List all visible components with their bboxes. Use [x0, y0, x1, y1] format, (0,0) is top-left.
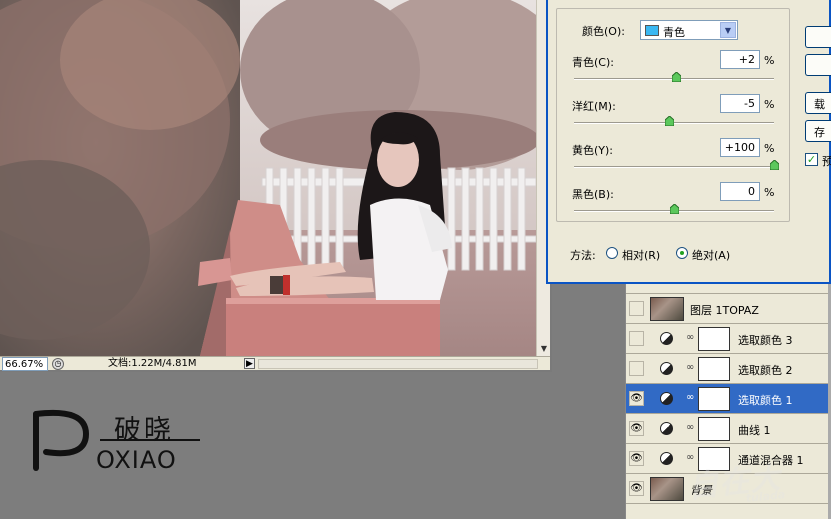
method-label: 方法:	[570, 249, 596, 262]
zoom-level-field[interactable]: 66.67%	[2, 357, 48, 371]
radio-selected-dot	[680, 251, 684, 255]
chain-link-icon[interactable]: ∞	[686, 392, 694, 403]
status-bar: 66.67% ◷ 文档:1.22M/4.81M ▶	[0, 356, 550, 371]
black-value-input[interactable]: 0	[720, 182, 760, 201]
magenta-value-input[interactable]: -5	[720, 94, 760, 113]
load-button[interactable]: 载	[805, 92, 831, 114]
save-button[interactable]: 存	[805, 120, 831, 142]
black-percent: %	[764, 186, 775, 199]
adjustment-layer-icon	[660, 452, 673, 465]
color-swatch	[645, 25, 659, 36]
preview-checkbox[interactable]: ✓	[805, 153, 818, 166]
layer-row[interactable]: 👁 ∞ 曲线 1	[626, 414, 831, 444]
horizontal-scrollbar[interactable]	[258, 359, 538, 369]
adjustment-layer-icon	[660, 422, 673, 435]
logo-chinese-text: 破晓	[114, 415, 174, 446]
eye-icon[interactable]: 👁	[629, 391, 644, 406]
magenta-slider-track[interactable]	[574, 122, 774, 124]
scroll-down-arrow-icon[interactable]: ▼	[539, 344, 549, 354]
visibility-toggle[interactable]	[629, 331, 644, 346]
eye-icon[interactable]: 👁	[629, 421, 644, 436]
photo-canvas[interactable]	[0, 0, 536, 356]
status-menu-arrow-icon[interactable]: ▶	[244, 358, 255, 369]
layer-row-partial[interactable]	[626, 284, 831, 294]
photo-image	[0, 0, 536, 356]
layer-mask-thumbnail[interactable]	[698, 387, 730, 411]
document-window: ▼ 66.67% ◷ 文档:1.22M/4.81M ▶	[0, 0, 552, 372]
layer-mask-thumbnail[interactable]	[698, 327, 730, 351]
black-label: 黑色(B):	[572, 188, 614, 201]
yellow-slider-thumb[interactable]	[769, 160, 779, 170]
magenta-slider-thumb[interactable]	[664, 116, 674, 126]
layer-row[interactable]: ∞ 选取颜色 3	[626, 324, 831, 354]
selective-color-dialog: 颜色(O): 青色 ▼ 青色(C): +2 % 洋红(M): -5 % 黄色(Y…	[546, 0, 831, 284]
absolute-label[interactable]: 绝对(A)	[692, 247, 730, 263]
poxiao-logo: 破晓 OXIAO	[22, 400, 222, 482]
preview-label: 预	[822, 155, 831, 168]
colors-label: 颜色(O):	[582, 25, 625, 38]
layer-name[interactable]: 选取颜色 2	[738, 362, 793, 378]
cyan-percent: %	[764, 54, 775, 67]
layer-row-selected[interactable]: 👁 ∞ 选取颜色 1	[626, 384, 831, 414]
absolute-radio[interactable]	[676, 247, 688, 259]
relative-radio[interactable]	[606, 247, 618, 259]
visibility-toggle[interactable]	[629, 361, 644, 376]
layer-name[interactable]: 选取颜色 3	[738, 332, 793, 348]
layer-thumbnail	[650, 297, 684, 321]
layer-row[interactable]: 图层 1TOPAZ	[626, 294, 831, 324]
yellow-slider-track[interactable]	[574, 166, 774, 168]
chain-link-icon[interactable]: ∞	[686, 422, 694, 433]
layer-name[interactable]: 图层 1TOPAZ	[690, 302, 759, 318]
chevron-down-icon[interactable]: ▼	[720, 22, 736, 38]
chain-link-icon[interactable]: ∞	[686, 332, 694, 343]
yellow-percent: %	[764, 142, 775, 155]
site-watermark: 自在大 tulada	[686, 452, 786, 511]
layer-thumbnail	[650, 477, 684, 501]
adjustment-layer-icon	[660, 362, 673, 375]
layer-row[interactable]: ∞ 选取颜色 2	[626, 354, 831, 384]
layer-name[interactable]: 选取颜色 1	[738, 392, 793, 408]
document-size-text: 文档:1.22M/4.81M	[108, 358, 197, 369]
layer-name[interactable]: 曲线 1	[738, 422, 771, 438]
cancel-button[interactable]	[805, 54, 831, 76]
colors-select[interactable]: 青色 ▼	[640, 20, 738, 40]
adjustment-layer-icon	[660, 392, 673, 405]
colors-select-value: 青色	[663, 26, 685, 39]
adjustment-layer-icon	[660, 332, 673, 345]
cyan-value-input[interactable]: +2	[720, 50, 760, 69]
logo-latin-text: OXIAO	[96, 446, 177, 474]
yellow-label: 黄色(Y):	[572, 144, 614, 157]
layer-mask-thumbnail[interactable]	[698, 417, 730, 441]
yellow-value-input[interactable]: +100	[720, 138, 760, 157]
cyan-label: 青色(C):	[572, 56, 614, 69]
eye-icon[interactable]: 👁	[629, 481, 644, 496]
layer-mask-thumbnail[interactable]	[698, 357, 730, 381]
ok-button[interactable]	[805, 26, 831, 48]
magenta-label: 洋红(M):	[572, 100, 616, 113]
eye-icon[interactable]: 👁	[629, 451, 644, 466]
relative-label[interactable]: 相对(R)	[622, 247, 660, 263]
cyan-slider-thumb[interactable]	[671, 72, 681, 82]
info-icon[interactable]: ◷	[52, 358, 64, 370]
black-slider-thumb[interactable]	[669, 204, 679, 214]
chain-link-icon[interactable]: ∞	[686, 362, 694, 373]
magenta-percent: %	[764, 98, 775, 111]
visibility-toggle[interactable]	[629, 301, 644, 316]
